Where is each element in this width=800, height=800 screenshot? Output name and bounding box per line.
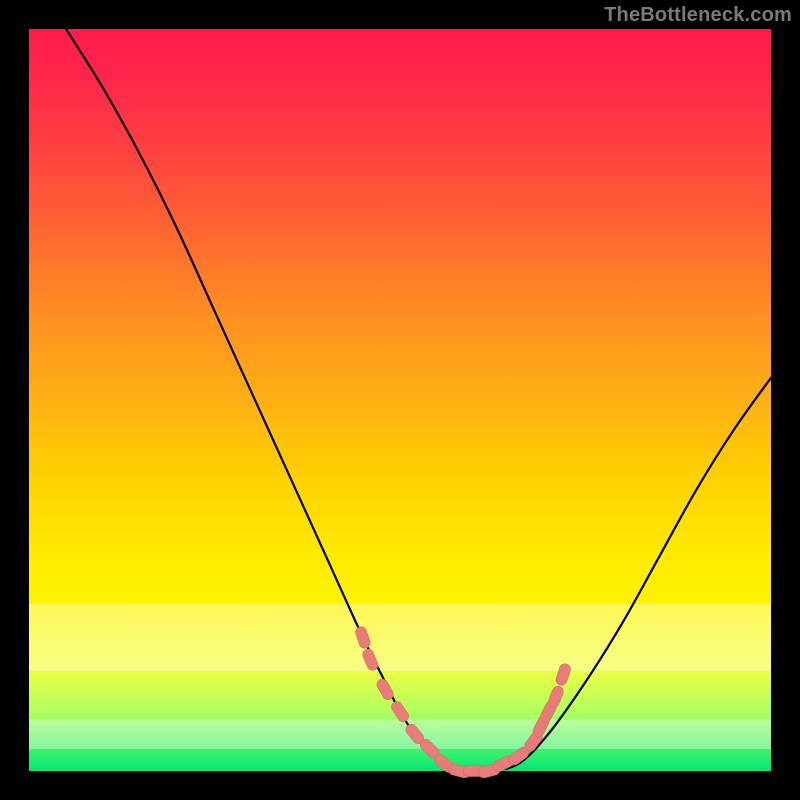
marker-group [354, 625, 572, 779]
marker-pill [354, 625, 371, 649]
marker-pill [361, 647, 380, 672]
chart-stage: TheBottleneck.com [0, 0, 800, 800]
curve-layer [0, 0, 800, 800]
marker-pill [547, 685, 565, 710]
marker-pill [555, 662, 572, 686]
bottleneck-curve [66, 29, 771, 772]
marker-pill [389, 699, 410, 723]
watermark-text: TheBottleneck.com [604, 4, 792, 27]
